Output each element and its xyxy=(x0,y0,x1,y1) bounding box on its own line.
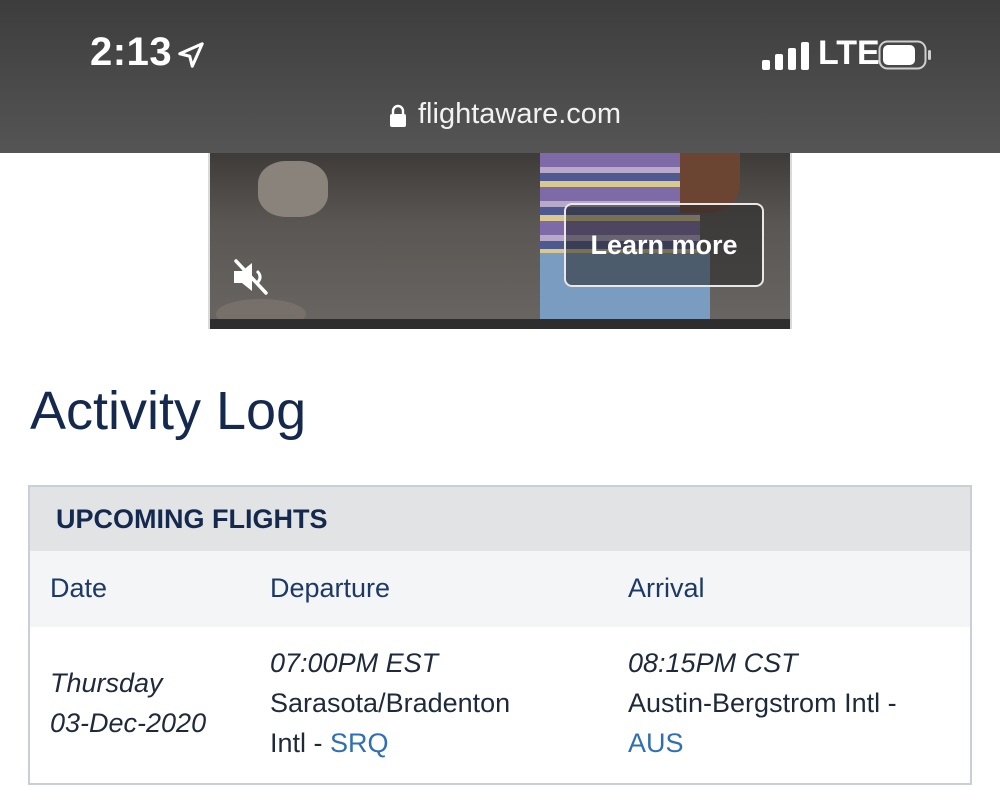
video-progress-bar[interactable] xyxy=(210,319,790,329)
departure-code-link[interactable]: SRQ xyxy=(330,728,389,758)
flight-day: Thursday xyxy=(50,668,163,698)
url-address[interactable]: flightaware.com xyxy=(418,98,621,131)
departure-time: 07:00PM EST xyxy=(270,648,439,678)
departure-cell: 07:00PM EST Sarasota/Bradenton Intl - SR… xyxy=(270,643,510,763)
departure-airport-line2: Intl - SRQ xyxy=(270,723,510,763)
browser-top-bar: 2:13 LTE flightaware.com xyxy=(0,0,1000,153)
departure-airport-suffix: Intl - xyxy=(270,728,331,758)
departure-airport: Sarasota/Bradenton xyxy=(270,688,511,718)
signal-bars-icon xyxy=(762,42,809,70)
table-header-row: Date Departure Arrival xyxy=(30,551,970,627)
video-ad[interactable]: Learn more xyxy=(208,153,792,329)
table-row[interactable]: Thursday 03-Dec-2020 07:00PM EST Sarasot… xyxy=(30,627,970,787)
network-type: LTE xyxy=(818,34,880,72)
column-header-arrival: Arrival xyxy=(628,573,705,603)
lock-icon xyxy=(390,104,406,127)
flight-date: 03-Dec-2020 xyxy=(50,708,207,738)
column-header-departure: Departure xyxy=(270,573,391,603)
upcoming-flights-panel: UPCOMING FLIGHTS Date Departure Arrival … xyxy=(28,485,972,785)
muted-speaker-icon[interactable] xyxy=(230,257,272,297)
arrival-code-link[interactable]: AUS xyxy=(628,723,897,763)
learn-more-button[interactable]: Learn more xyxy=(564,203,764,287)
status-time: 2:13 xyxy=(90,30,173,74)
flight-date-cell: Thursday 03-Dec-2020 xyxy=(50,663,206,743)
column-header-date: Date xyxy=(50,573,108,603)
battery-icon xyxy=(878,40,931,70)
arrival-time: 08:15PM CST xyxy=(628,648,798,678)
panel-heading: UPCOMING FLIGHTS xyxy=(30,487,970,551)
arrival-airport: Austin-Bergstrom Intl - xyxy=(628,688,897,718)
arrival-cell: 08:15PM CST Austin-Bergstrom Intl - AUS xyxy=(628,643,897,763)
ad-image-rock xyxy=(258,161,328,217)
page-title: Activity Log xyxy=(30,381,307,441)
location-arrow-icon xyxy=(178,42,204,68)
